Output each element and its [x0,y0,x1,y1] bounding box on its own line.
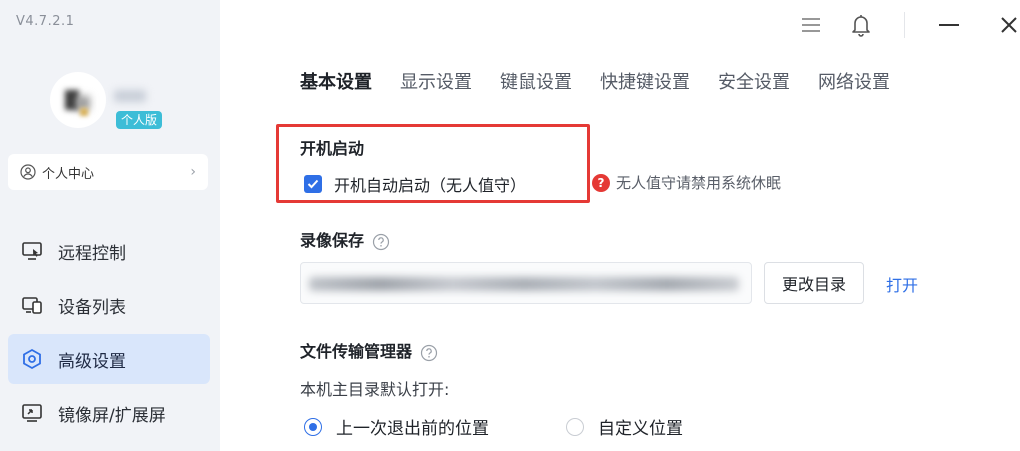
open-directory-link[interactable]: 打开 [886,272,918,296]
sidebar-item-label: 设备列表 [58,297,126,318]
settings-tabs: 基本设置 显示设置 键鼠设置 快捷键设置 安全设置 网络设置 [300,68,918,94]
screen-mirror-icon [20,401,44,425]
auto-start-checkbox-row[interactable]: 开机自动启动（无人值守） [304,172,526,196]
minimize-icon[interactable] [934,10,964,40]
device-list-icon [20,293,44,317]
change-directory-button[interactable]: 更改目录 [764,262,864,304]
sidebar-item-label: 镜像屏/扩展屏 [58,405,166,426]
close-icon[interactable] [994,10,1020,40]
titlebar-divider [904,12,905,38]
sidebar-item-remote-control[interactable]: 远程控制 [8,226,210,276]
hexagon-settings-icon [20,347,44,371]
file-transfer-title-text: 文件传输管理器 [300,342,413,361]
tab-security-settings[interactable]: 安全设置 [718,68,790,94]
remote-control-icon [20,239,44,263]
default-dir-label: 本机主目录默认打开: [300,380,450,399]
tab-display-settings[interactable]: 显示设置 [400,68,472,94]
recording-path-blurred [309,277,739,291]
profile-center-button[interactable]: 个人中心 › [8,154,208,190]
sleep-hint-text: 无人值守请禁用系统休眠 [616,174,782,192]
sidebar-item-advanced-settings[interactable]: 高级设置 [8,334,210,384]
question-icon: ? [592,173,610,192]
recording-title-text: 录像保存 [300,231,365,250]
recording-path-field[interactable] [300,262,752,304]
radio-button-selected[interactable] [304,417,322,436]
auto-start-checkbox[interactable] [304,175,322,193]
user-circle-icon [20,164,36,180]
auto-start-label: 开机自动启动（无人值守） [334,176,527,195]
help-icon[interactable] [372,233,390,251]
sidebar-nav: 远程控制 设备列表 高级设置 镜像屏/扩展屏 [8,226,210,442]
profile-center-label: 个人中心 [42,166,95,182]
radio-last-location[interactable]: 上一次退出前的位置 [304,414,489,439]
menu-icon[interactable] [797,10,825,40]
avatar[interactable] [50,72,106,128]
radio-button[interactable] [566,417,584,436]
sidebar-item-device-list[interactable]: 设备列表 [8,280,210,330]
radio-label: 上一次退出前的位置 [336,419,489,439]
sleep-hint: ? 无人值守请禁用系统休眠 [592,172,781,193]
sidebar: V4.7.2.1 个人版 个人中心 › 远程控制 设备列表 高级设置 镜像屏/扩… [0,0,220,451]
username-blurred [114,90,146,102]
tab-keyboard-mouse-settings[interactable]: 键鼠设置 [500,68,572,94]
tab-shortcut-settings[interactable]: 快捷键设置 [600,68,690,94]
bell-icon[interactable] [846,10,876,40]
tab-basic-settings[interactable]: 基本设置 [300,68,372,94]
file-transfer-section-title: 文件传输管理器 [300,338,438,362]
tab-network-settings[interactable]: 网络设置 [818,68,890,94]
edition-badge: 个人版 [116,111,163,129]
recording-section-title: 录像保存 [300,227,390,251]
radio-label: 自定义位置 [598,419,683,439]
version-label: V4.7.2.1 [16,14,75,29]
help-icon[interactable] [420,344,438,362]
sidebar-item-label: 高级设置 [58,351,126,372]
sidebar-item-label: 远程控制 [58,243,126,264]
radio-custom-location[interactable]: 自定义位置 [566,414,683,439]
chevron-right-icon: › [190,164,196,180]
startup-section-title: 开机启动 [300,139,365,158]
sidebar-item-screen-mirror[interactable]: 镜像屏/扩展屏 [8,388,210,438]
